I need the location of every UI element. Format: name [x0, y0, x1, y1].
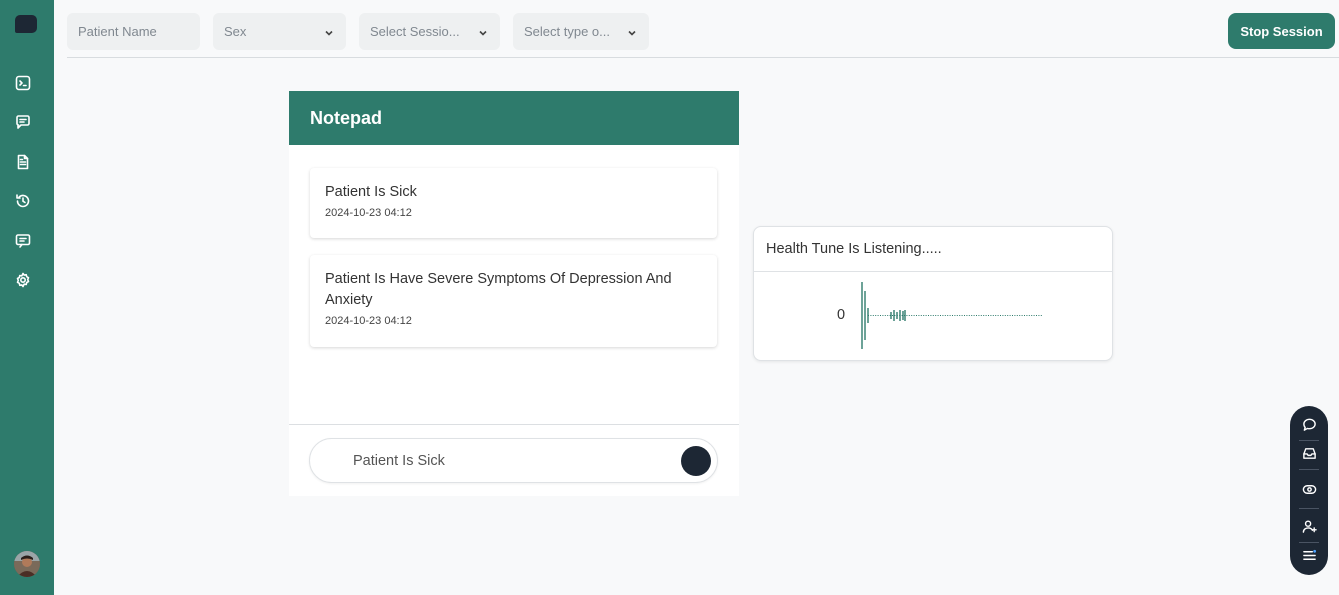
listening-title: Health Tune Is Listening..... [754, 227, 1112, 272]
top-bar: Patient Name Sex Select Sessio... Select… [67, 0, 1339, 58]
note-input-container [309, 438, 718, 483]
sidebar [0, 0, 54, 595]
user-avatar[interactable] [14, 551, 40, 577]
send-button[interactable] [681, 446, 711, 476]
chevron-down-icon [627, 26, 637, 36]
note-title: Patient Is Have Severe Symptoms Of Depre… [325, 271, 672, 308]
chat-icon[interactable] [14, 113, 32, 131]
session-select-value: Select Sessio... [370, 24, 460, 39]
note-title: Patient Is Sick [325, 184, 417, 200]
message-icon[interactable] [14, 232, 32, 250]
terminal-icon[interactable] [14, 74, 32, 92]
eye-icon[interactable] [1300, 480, 1318, 498]
divider [1299, 542, 1319, 543]
type-select-value: Select type o... [524, 24, 610, 39]
menu-icon[interactable] [1300, 546, 1318, 564]
session-select[interactable]: Select Sessio... [359, 13, 500, 50]
patient-name-placeholder: Patient Name [78, 24, 157, 39]
sex-select-value: Sex [224, 24, 247, 39]
chevron-down-icon [478, 26, 488, 36]
listening-card: Health Tune Is Listening..... 0 [753, 226, 1113, 361]
divider [1299, 508, 1319, 509]
type-select[interactable]: Select type o... [513, 13, 649, 50]
history-icon[interactable] [14, 192, 32, 210]
floating-toolbar [1290, 406, 1328, 575]
divider [289, 424, 739, 425]
chevron-down-icon [324, 26, 334, 36]
settings-icon[interactable] [14, 271, 32, 289]
note-input[interactable] [353, 451, 673, 471]
app-logo[interactable] [15, 15, 37, 33]
comment-icon[interactable] [1300, 415, 1318, 433]
add-user-icon[interactable] [1300, 517, 1318, 535]
note-timestamp: 2024-10-23 04:12 [325, 207, 412, 219]
divider [1299, 469, 1319, 470]
divider [1299, 440, 1319, 441]
notepad-title: Notepad [289, 91, 739, 145]
patient-name-field[interactable]: Patient Name [67, 13, 200, 50]
document-icon[interactable] [14, 153, 32, 171]
audio-waveform [861, 282, 1042, 349]
note-item[interactable]: Patient Is Sick 2024-10-23 04:12 [310, 168, 717, 238]
note-item[interactable]: Patient Is Have Severe Symptoms Of Depre… [310, 255, 717, 347]
note-timestamp: 2024-10-23 04:12 [325, 315, 412, 327]
sex-select[interactable]: Sex [213, 13, 346, 50]
listening-counter: 0 [837, 307, 846, 323]
stop-session-button[interactable]: Stop Session [1228, 13, 1335, 49]
inbox-icon[interactable] [1300, 444, 1318, 462]
notepad-panel: Notepad Patient Is Sick 2024-10-23 04:12… [289, 91, 739, 496]
